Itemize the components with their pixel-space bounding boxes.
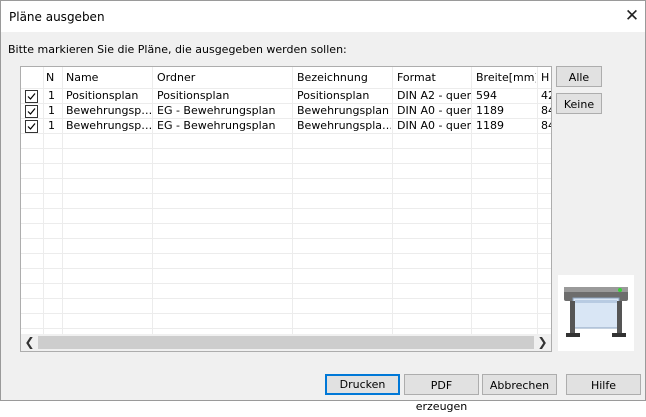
cell-name: Bewehrungsp…	[66, 119, 151, 132]
row-divider	[21, 298, 551, 299]
column-header-format[interactable]: Format	[397, 67, 471, 88]
check-icon	[27, 123, 36, 130]
column-header-n[interactable]: N	[46, 67, 60, 88]
instruction-text: Bitte markieren Sie die Pläne, die ausge…	[8, 43, 347, 56]
scrollbar-thumb[interactable]	[38, 336, 534, 349]
cell-ordner: EG - Bewehrungsplan	[157, 104, 276, 117]
cell-h: 84	[541, 119, 551, 132]
dialog-title: Pläne ausgeben	[9, 10, 105, 24]
cell-h: 84	[541, 104, 551, 117]
column-header-bezeichnung[interactable]: Bezeichnung	[297, 67, 391, 88]
select-all-button[interactable]: Alle	[556, 66, 602, 87]
column-header-ordner[interactable]: Ordner	[157, 67, 291, 88]
cell-bezeichnung: Bewehrungspla…	[297, 119, 391, 132]
cell-n: 1	[48, 104, 55, 117]
row-divider	[21, 253, 551, 254]
row-divider	[21, 208, 551, 209]
column-header-h[interactable]: H	[541, 67, 551, 88]
cell-bezeichnung: Bewehrungsplan	[297, 104, 389, 117]
cell-breite: 1189	[476, 119, 504, 132]
close-icon[interactable]: ✕	[623, 6, 641, 26]
select-none-button[interactable]: Keine	[556, 93, 602, 114]
print-button[interactable]: Drucken	[325, 374, 400, 395]
check-icon	[27, 93, 36, 100]
cell-format: DIN A2 - quer	[397, 89, 471, 102]
row-divider	[21, 193, 551, 194]
row-checkbox[interactable]	[25, 90, 38, 103]
cell-ordner: Positionsplan	[157, 89, 230, 102]
cell-ordner: EG - Bewehrungsplan	[157, 119, 276, 132]
row-divider	[21, 238, 551, 239]
row-divider	[21, 283, 551, 284]
cell-n: 1	[48, 89, 55, 102]
help-button[interactable]: Hilfe	[566, 374, 641, 395]
cell-format: DIN A0 - quer	[397, 104, 471, 117]
cell-format: DIN A0 - quer	[397, 119, 471, 132]
row-divider	[21, 268, 551, 269]
cell-breite: 1189	[476, 104, 504, 117]
table-row[interactable]: 1 Positionsplan Positionsplan Positionsp…	[21, 89, 551, 103]
row-checkbox[interactable]	[25, 105, 38, 118]
row-divider	[21, 148, 551, 149]
pdf-create-button[interactable]: PDF erzeugen	[404, 374, 479, 413]
title-bar: Pläne ausgeben ✕	[1, 1, 645, 32]
cell-bezeichnung: Positionsplan	[297, 89, 370, 102]
cell-name: Bewehrungsp…	[66, 104, 151, 117]
plans-table[interactable]: N Name Ordner Bezeichnung Format Breite[…	[20, 66, 552, 352]
cell-name: Positionsplan	[66, 89, 139, 102]
horizontal-scrollbar[interactable]: ❮ ❯	[21, 334, 551, 351]
chevron-left-icon[interactable]: ❮	[21, 334, 38, 351]
table-row[interactable]: 1 Bewehrungsp… EG - Bewehrungsplan Beweh…	[21, 104, 551, 118]
chevron-right-icon[interactable]: ❯	[534, 334, 551, 351]
row-divider	[21, 163, 551, 164]
row-divider	[21, 313, 551, 314]
row-checkbox[interactable]	[25, 120, 38, 133]
print-plans-dialog: Pläne ausgeben ✕ Bitte markieren Sie die…	[0, 0, 646, 413]
cancel-button[interactable]: Abbrechen	[482, 374, 557, 395]
column-header-breite[interactable]: Breite[mm]	[476, 67, 536, 88]
cell-h: 42	[541, 89, 551, 102]
column-header-name[interactable]: Name	[66, 67, 151, 88]
plotter-icon	[558, 275, 634, 351]
check-icon	[27, 108, 36, 115]
cell-n: 1	[48, 119, 55, 132]
table-row[interactable]: 1 Bewehrungsp… EG - Bewehrungsplan Beweh…	[21, 119, 551, 133]
row-divider	[21, 223, 551, 224]
row-divider	[21, 178, 551, 179]
row-divider	[21, 328, 551, 329]
row-divider	[21, 133, 551, 134]
cell-breite: 594	[476, 89, 497, 102]
